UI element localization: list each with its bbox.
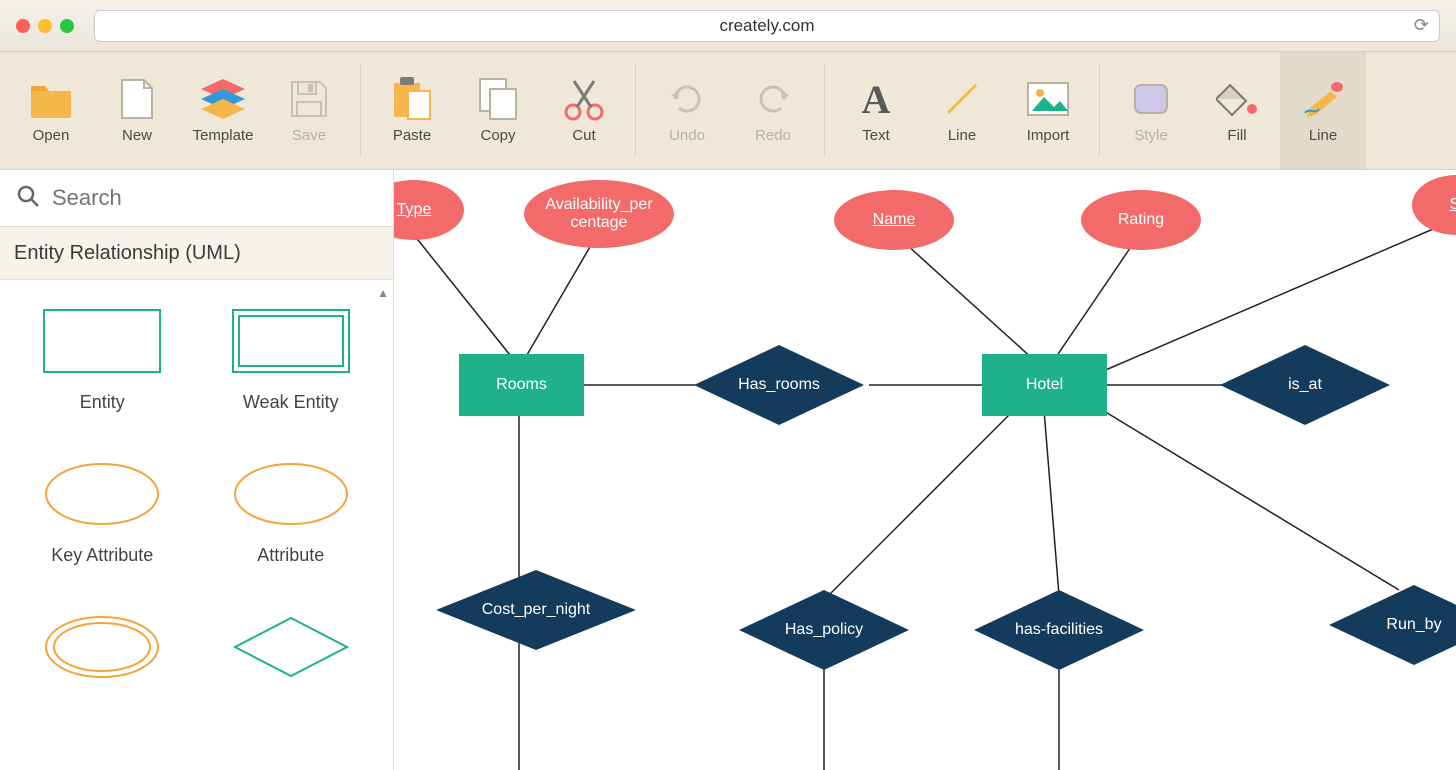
style-button[interactable]: Style (1108, 52, 1194, 169)
shape-relationship[interactable] (201, 614, 382, 698)
folder-icon (29, 77, 73, 121)
cut-icon (562, 77, 606, 121)
toolbar-divider (360, 64, 361, 157)
relationship-has-rooms[interactable]: Has_rooms (694, 345, 864, 425)
undo-icon (665, 77, 709, 121)
attribute-name[interactable]: Name (834, 190, 954, 250)
new-button[interactable]: New (94, 52, 180, 169)
paste-button[interactable]: Paste (369, 52, 455, 169)
copy-button[interactable]: Copy (455, 52, 541, 169)
reload-icon[interactable]: ⟳ (1414, 15, 1429, 36)
line-button[interactable]: Line (919, 52, 1005, 169)
import-icon (1026, 77, 1070, 121)
relationship-has-policy[interactable]: Has_policy (739, 590, 909, 670)
browser-chrome: creately.com ⟳ (0, 0, 1456, 52)
entity-hotel[interactable]: Hotel (982, 354, 1107, 416)
save-button[interactable]: Save (266, 52, 352, 169)
redo-button[interactable]: Redo (730, 52, 816, 169)
url-bar[interactable]: creately.com ⟳ (94, 10, 1440, 42)
cut-button[interactable]: Cut (541, 52, 627, 169)
shape-category-header[interactable]: Entity Relationship (UML) (0, 226, 393, 280)
shape-weak-entity[interactable]: Weak Entity (201, 308, 382, 413)
url-text: creately.com (719, 16, 814, 36)
shape-key-attribute[interactable]: Key Attribute (12, 461, 193, 566)
toolbar-divider (635, 64, 636, 157)
shape-multivalued-attribute[interactable] (12, 614, 193, 698)
import-button[interactable]: Import (1005, 52, 1091, 169)
entity-rooms[interactable]: Rooms (459, 354, 584, 416)
shape-entity[interactable]: Entity (12, 308, 193, 413)
shapes-sidebar: Entity Relationship (UML) ▲ Entity Weak … (0, 170, 394, 770)
maximize-window-button[interactable] (60, 19, 74, 33)
attribute-rating[interactable]: Rating (1081, 190, 1201, 250)
toolbar-divider (824, 64, 825, 157)
fill-button[interactable]: Fill (1194, 52, 1280, 169)
text-icon: A (854, 77, 898, 121)
attribute-street[interactable]: St (1412, 175, 1456, 235)
close-window-button[interactable] (16, 19, 30, 33)
relationship-is-at[interactable]: is_at (1220, 345, 1390, 425)
search-icon (16, 184, 40, 213)
text-button[interactable]: A Text (833, 52, 919, 169)
scroll-up-indicator[interactable]: ▲ (377, 286, 389, 300)
fill-icon (1215, 77, 1259, 121)
paste-icon (390, 77, 434, 121)
diagram-canvas[interactable]: Type Availability_per centage Name Ratin… (394, 170, 1456, 770)
attribute-type[interactable]: Type (394, 180, 464, 240)
relationship-cost-per-night[interactable]: Cost_per_night (436, 570, 636, 650)
undo-button[interactable]: Undo (644, 52, 730, 169)
minimize-window-button[interactable] (38, 19, 52, 33)
template-icon (201, 77, 245, 121)
pencil-line-icon (1301, 77, 1345, 121)
shapes-panel: ▲ Entity Weak Entity Key Attribute Attri… (0, 280, 393, 770)
relationship-has-facilities[interactable]: has-facilities (974, 590, 1144, 670)
shape-attribute[interactable]: Attribute (201, 461, 382, 566)
toolbar: Open New Template Save Paste Copy (0, 52, 1456, 170)
style-icon (1129, 77, 1173, 121)
open-button[interactable]: Open (8, 52, 94, 169)
search-input[interactable] (52, 185, 377, 211)
attribute-availability[interactable]: Availability_per centage (524, 180, 674, 248)
new-doc-icon (115, 77, 159, 121)
redo-icon (751, 77, 795, 121)
save-icon (287, 77, 331, 121)
toolbar-divider (1099, 64, 1100, 157)
copy-icon (476, 77, 520, 121)
line-tool-button[interactable]: Line (1280, 52, 1366, 169)
line-icon (940, 77, 984, 121)
window-controls (16, 19, 74, 33)
relationship-run-by[interactable]: Run_by (1329, 585, 1456, 665)
search-row (0, 170, 393, 226)
template-button[interactable]: Template (180, 52, 266, 169)
diagram-edges (394, 170, 1456, 770)
